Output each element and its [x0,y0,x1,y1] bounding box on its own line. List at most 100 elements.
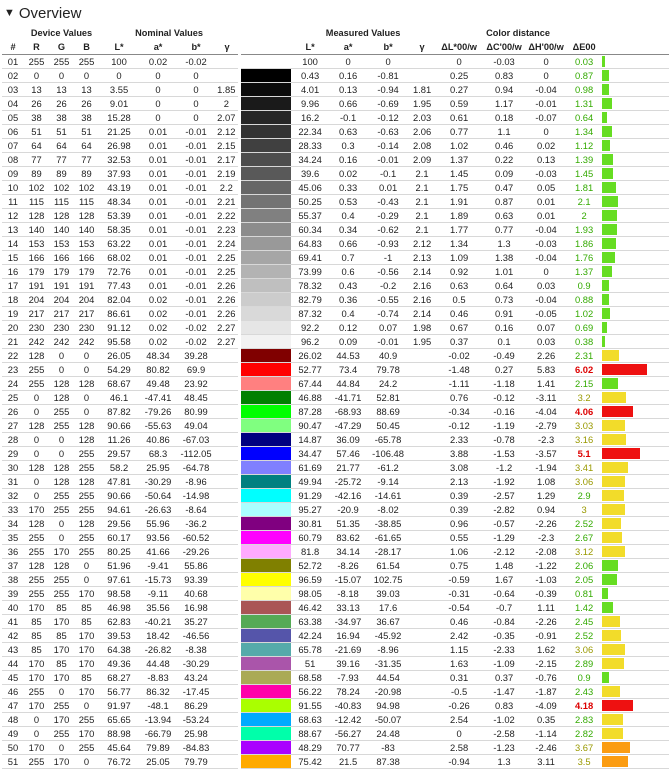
cell-r: 255 [24,586,49,601]
cell-delta-c: 0.18 [483,110,526,125]
cell-measured-a: 73.4 [329,362,368,377]
delta-e-bar [602,756,629,767]
cell-nominal-b: -0.01 [177,124,216,139]
cell-delta-e: 2.83 [567,712,602,727]
cell-nominal-gamma [215,600,240,615]
cell-index: 09 [2,166,24,181]
color-swatch [237,306,292,321]
triangle-down-icon[interactable]: ▼ [4,7,15,19]
cell-delta-l: -0.59 [435,572,484,587]
cell-nominal-b: -0.01 [177,194,216,209]
cell-delta-e: 3.2 [567,390,602,405]
cell-measured-l: 100 [291,54,330,69]
cell-nominal-b: -0.01 [177,306,216,321]
cell-r: 0 [24,404,49,419]
cell-nominal-b: -30.29 [177,656,216,671]
cell-b: 0 [74,572,100,587]
cell-delta-l: 0.92 [435,264,484,279]
cell-delta-c: 0.91 [483,306,526,321]
cell-delta-c: 0.46 [483,138,526,153]
cell-b: 85 [74,614,100,629]
cell-g: 255 [49,54,74,69]
cell-b: 0 [74,390,100,405]
table-row: 17 191 191 191 77.43 0.01 -0.01 2.26 78.32 0.43 -0… [2,278,670,293]
cell-nominal-a: 0.01 [139,180,178,195]
cell-measured-a: 33.13 [329,600,368,615]
cell-r: 255 [24,362,49,377]
delta-e-bar [602,210,618,221]
cell-r: 255 [24,544,49,559]
delta-e-bar [602,224,617,235]
cell-delta-l: 1.63 [435,656,484,671]
table-row: 10 102 102 102 43.19 0.01 -0.01 2.2 45.06 0.33 0.0… [2,180,670,195]
cell-g: 77 [49,152,74,167]
delta-e-bar [602,238,617,249]
cell-delta-l: 2.42 [435,628,484,643]
cell-delta-e: 4.06 [567,404,602,419]
table-row: 11 115 115 115 48.34 0.01 -0.01 2.21 50.25 0.53 -0… [2,194,670,209]
cell-g: 255 [49,502,74,517]
cell-measured-a: 83.62 [329,530,368,545]
cell-g: 85 [49,600,74,615]
cell-measured-gamma: 2.09 [409,152,436,167]
table-row: 22 128 0 0 26.05 48.34 39.28 26.02 44.53 40.9 -0.0… [2,348,670,363]
overview-table: Device Values Nominal Values Measured Va… [2,26,670,769]
cell-delta-l: 1.75 [435,180,484,195]
cell-index: 20 [2,320,24,335]
cell-nominal-gamma: 2 [215,96,240,111]
cell-nominal-l: 72.76 [99,264,140,279]
cell-measured-l: 92.2 [291,320,330,335]
cell-measured-l: 16.2 [291,110,330,125]
cell-delta-h: -2.3 [525,432,568,447]
delta-e-bar-cell [601,320,670,335]
color-swatch [237,712,292,727]
color-swatch [237,362,292,377]
delta-e-bar-cell [601,390,670,405]
delta-e-bar-cell [601,124,670,139]
cell-measured-a: 0.6 [329,264,368,279]
color-swatch [237,124,292,139]
cell-b: 77 [74,152,100,167]
cell-measured-b: -0.62 [367,222,410,237]
cell-measured-a: -47.29 [329,418,368,433]
table-row: 06 51 51 51 21.25 0.01 -0.01 2.12 22.34 0.63 -0.63… [2,124,670,139]
color-swatch [237,754,292,769]
cell-b: 0 [74,404,100,419]
cell-nominal-gamma [215,712,240,727]
cell-measured-a: 21.5 [329,754,368,769]
delta-e-bar [602,322,608,333]
cell-delta-c: 1.1 [483,124,526,139]
color-swatch [237,740,292,755]
delta-e-bar-cell [601,642,670,657]
cell-measured-gamma [409,446,436,461]
cell-r: 140 [24,222,49,237]
color-swatch [237,530,292,545]
cell-measured-b: -61.2 [367,460,410,475]
cell-delta-h: -3.57 [525,446,568,461]
cell-index: 25 [2,390,24,405]
cell-delta-l: 2.33 [435,432,484,447]
cell-nominal-a: 93.56 [139,530,178,545]
cell-b: 255 [74,740,100,755]
cell-measured-b: -0.01 [367,334,410,349]
delta-e-bar [602,518,621,529]
cell-measured-l: 82.79 [291,292,330,307]
cell-nominal-a: 25.05 [139,754,178,769]
cell-nominal-l: 82.04 [99,292,140,307]
cell-measured-b: 102.75 [367,572,410,587]
cell-measured-l: 42.24 [291,628,330,643]
cell-measured-l: 51 [291,656,330,671]
cell-g: 242 [49,334,74,349]
cell-measured-b: -0.94 [367,82,410,97]
delta-e-bar [602,476,626,487]
cell-measured-a: 36.09 [329,432,368,447]
cell-delta-l: 0.55 [435,530,484,545]
overview-header[interactable]: ▼ Overview [0,0,670,26]
cell-nominal-a: 55.96 [139,516,178,531]
col-header-delta-e: ΔE00 [567,40,602,55]
cell-delta-l: 0.63 [435,278,484,293]
cell-delta-h: -0.91 [525,628,568,643]
cell-r: 89 [24,166,49,181]
cell-measured-b: 88.69 [367,404,410,419]
cell-g: 128 [49,376,74,391]
